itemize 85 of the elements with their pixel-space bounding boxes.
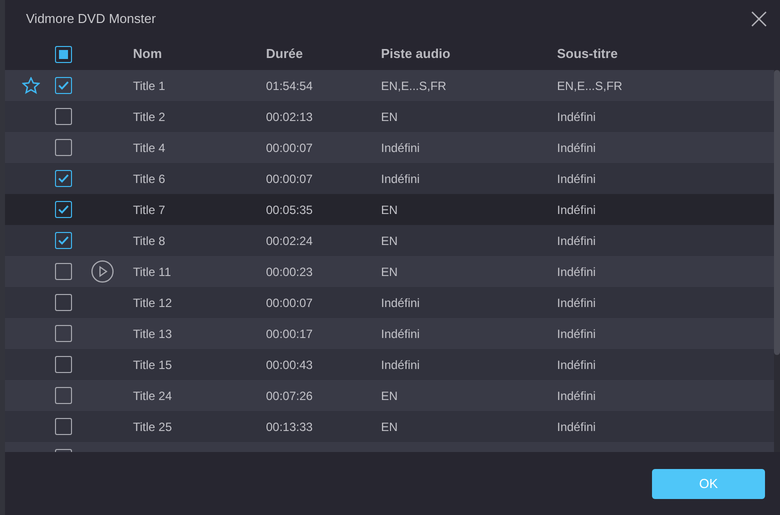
checkbox[interactable] bbox=[55, 139, 72, 156]
column-header: Sous-titre bbox=[557, 46, 618, 61]
table-cell: 00:00:17 bbox=[266, 326, 313, 340]
checkbox[interactable] bbox=[55, 170, 72, 187]
table-cell: Title 4 bbox=[133, 140, 166, 154]
column-header: Durée bbox=[266, 46, 303, 61]
table-cell: 00:00:23 bbox=[266, 264, 313, 278]
table-row[interactable]: Title 25 00:13:33 EN Indéfini bbox=[5, 411, 774, 442]
table-cell: EN,E...S,FR bbox=[381, 78, 446, 92]
scrollbar[interactable] bbox=[774, 70, 780, 452]
table-cell: 00:02:24 bbox=[266, 234, 313, 248]
table-cell: Title 6 bbox=[133, 172, 166, 186]
play-icon[interactable] bbox=[91, 260, 114, 283]
table-cell: Title 12 bbox=[133, 296, 172, 310]
table-cell: Indéfini bbox=[381, 172, 420, 186]
table-cell: Indéfini bbox=[557, 326, 596, 340]
table-cell: Title 2 bbox=[133, 110, 166, 124]
table-cell: Indéfini bbox=[557, 140, 596, 154]
table-row[interactable]: Title 1 01:54:54 EN,E...S,FR EN,E...S,FR bbox=[5, 70, 774, 101]
table-cell: Indéfini bbox=[557, 234, 596, 248]
table-cell: Indéfini bbox=[557, 202, 596, 216]
checkbox[interactable] bbox=[55, 418, 72, 435]
table-cell: Indéfini bbox=[557, 388, 596, 402]
check-icon bbox=[58, 81, 69, 90]
table-cell: Indéfini bbox=[557, 110, 596, 124]
check-icon bbox=[58, 205, 69, 214]
table-cell: Title 1 bbox=[133, 78, 166, 92]
table-cell: Indéfini bbox=[381, 140, 420, 154]
table-cell: Indéfini bbox=[381, 296, 420, 310]
table-cell: EN,E...S,FR bbox=[557, 78, 622, 92]
table-row[interactable]: Title 2 00:02:13 EN Indéfini bbox=[5, 101, 774, 132]
select-all-checkbox[interactable] bbox=[55, 46, 72, 62]
checkbox[interactable] bbox=[55, 325, 72, 342]
checkbox[interactable] bbox=[55, 232, 72, 249]
table-row[interactable]: Title 13 00:00:17 Indéfini Indéfini bbox=[5, 318, 774, 349]
table-cell: 00:02:13 bbox=[266, 110, 313, 124]
table-row[interactable]: Title 11 00:00:23 EN Indéfini bbox=[5, 256, 774, 287]
table-cell: Indéfini bbox=[557, 172, 596, 186]
table-cell: EN bbox=[381, 388, 398, 402]
table-cell: 00:05:35 bbox=[266, 202, 313, 216]
checkbox[interactable] bbox=[55, 108, 72, 125]
table-cell: Title 11 bbox=[133, 264, 172, 278]
table-cell: Indéfini bbox=[557, 358, 596, 372]
checkbox[interactable] bbox=[55, 294, 72, 311]
check-icon bbox=[58, 236, 69, 245]
table-cell: EN bbox=[381, 202, 398, 216]
column-header: Nom bbox=[133, 46, 162, 61]
table-cell: Title 7 bbox=[133, 202, 166, 216]
table-cell: EN bbox=[381, 264, 398, 278]
checkbox[interactable] bbox=[55, 263, 72, 280]
table-cell: Title 8 bbox=[133, 234, 166, 248]
table-cell: Indéfini bbox=[557, 264, 596, 278]
checkbox[interactable] bbox=[55, 356, 72, 373]
table-cell: EN bbox=[381, 234, 398, 248]
window-title: Vidmore DVD Monster bbox=[26, 10, 156, 28]
table-cell: 00:00:07 bbox=[266, 172, 313, 186]
table-cell: EN bbox=[381, 420, 398, 434]
table-cell: 00:00:07 bbox=[266, 140, 313, 154]
table-row[interactable]: Title 6 00:00:07 Indéfini Indéfini bbox=[5, 163, 774, 194]
close-icon[interactable] bbox=[751, 11, 767, 27]
table-cell: Indéfini bbox=[557, 420, 596, 434]
table-cell: Indéfini bbox=[557, 296, 596, 310]
table-row[interactable]: Title 4 00:00:07 Indéfini Indéfini bbox=[5, 132, 774, 163]
table-cell: 00:00:07 bbox=[266, 296, 313, 310]
table-cell: 01:54:54 bbox=[266, 78, 313, 92]
table-cell: EN bbox=[381, 110, 398, 124]
table-cell: Indéfini bbox=[381, 358, 420, 372]
table-row[interactable]: Title 15 00:00:43 Indéfini Indéfini bbox=[5, 349, 774, 380]
star-icon[interactable] bbox=[22, 77, 40, 94]
table-row[interactable]: Title 24 00:07:26 EN Indéfini bbox=[5, 380, 774, 411]
table-cell: Title 13 bbox=[133, 326, 172, 340]
table-cell: 00:00:43 bbox=[266, 358, 313, 372]
table-cell: Indéfini bbox=[381, 326, 420, 340]
checkbox[interactable] bbox=[55, 201, 72, 218]
checkbox[interactable] bbox=[55, 387, 72, 404]
checkbox[interactable] bbox=[55, 77, 72, 94]
table-row[interactable]: Title 8 00:02:24 EN Indéfini bbox=[5, 225, 774, 256]
table-row[interactable]: Title 12 00:00:07 Indéfini Indéfini bbox=[5, 287, 774, 318]
table-cell: Title 15 bbox=[133, 358, 172, 372]
table-cell: Title 25 bbox=[133, 420, 172, 434]
table-cell: 00:07:26 bbox=[266, 388, 313, 402]
table-cell: Title 24 bbox=[133, 388, 172, 402]
column-header: Piste audio bbox=[381, 46, 450, 61]
table-cell: 00:13:33 bbox=[266, 420, 313, 434]
check-icon bbox=[58, 174, 69, 183]
